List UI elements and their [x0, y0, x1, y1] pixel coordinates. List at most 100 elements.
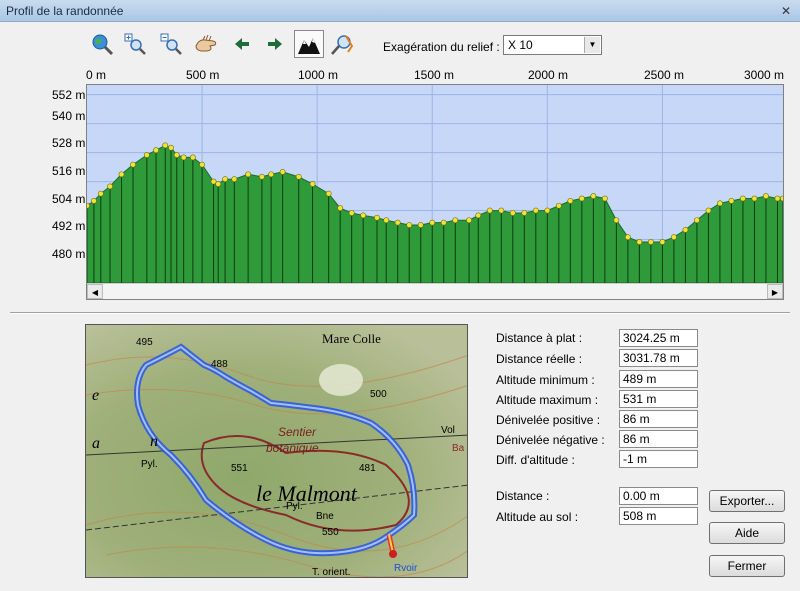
horizontal-scrollbar[interactable]: ◀ ▶ [87, 283, 783, 299]
elevation-point [309, 181, 316, 187]
x-tick-label: 500 m [186, 68, 220, 82]
cursor-distance-label: Distance : [496, 489, 550, 503]
elevation-point [452, 217, 459, 224]
elevation-point [671, 234, 677, 241]
elevation-point [647, 239, 654, 245]
y-tick-label: 504 m [52, 192, 86, 206]
stat-value: 3024.25 m [619, 329, 698, 347]
map-label: e [92, 387, 100, 404]
elevation-point [406, 222, 413, 228]
cursor-distance-value: 0.00 m [619, 487, 698, 505]
elevation-point [717, 200, 723, 207]
route-tool-icon[interactable] [330, 30, 356, 58]
y-tick-label: 528 m [52, 136, 86, 150]
chevron-down-icon[interactable]: ▼ [584, 37, 600, 53]
relief-exaggeration-select[interactable]: X 10 ▼ [503, 35, 602, 55]
x-tick-label: 0 m [86, 68, 107, 82]
elevation-point [215, 181, 222, 187]
y-tick-label: 552 m [52, 88, 86, 102]
map-label: botanique [266, 441, 319, 455]
elevation-point [268, 171, 275, 178]
stat-value: 3031.78 m [619, 349, 698, 367]
window-title: Profil de la randonnée [6, 4, 124, 18]
elevation-point [337, 205, 344, 212]
elevation-profile-plot [87, 85, 783, 283]
stat-label: Distance réelle : [496, 352, 583, 366]
elevation-point [613, 217, 620, 224]
zoom-in-icon[interactable] [122, 30, 148, 58]
map-label: 495 [136, 337, 153, 348]
elevation-point [279, 169, 286, 175]
map-label: le Malmont [256, 481, 357, 506]
elevation-point [429, 219, 436, 226]
x-tick-label: 3000 m [744, 68, 785, 82]
stat-label: Dénivelée positive : [496, 413, 601, 427]
map-label: Ba [452, 443, 465, 454]
stat-value: -1 m [619, 450, 698, 468]
elevation-point [601, 195, 608, 202]
elevation-profile-chart[interactable]: ◀ ▶ [86, 84, 784, 300]
elevation-point [383, 217, 390, 224]
elevation-point [130, 161, 136, 168]
close-window-button[interactable]: ✕ [778, 4, 794, 18]
zoom-out-icon[interactable] [158, 30, 184, 58]
map-label: 481 [359, 463, 376, 474]
terrain-profile-icon[interactable] [294, 30, 324, 58]
x-tick-label: 2500 m [644, 68, 685, 82]
help-button[interactable]: Aide [709, 522, 785, 544]
elevation-point [578, 195, 585, 202]
elevation-point [475, 212, 482, 219]
elevation-point [521, 210, 528, 216]
map-label: 500 [370, 389, 387, 400]
elevation-point [780, 195, 783, 202]
relief-exaggeration-value: X 10 [508, 38, 533, 52]
map-label: Pyl. [286, 501, 303, 512]
elevation-point [694, 217, 700, 224]
elevation-point [590, 193, 597, 199]
elevation-point [199, 161, 205, 168]
route-map[interactable]: 495 488 Mare Colle 500 Sentier botanique… [85, 324, 468, 578]
y-tick-label: 540 m [52, 109, 86, 123]
scroll-right-icon[interactable]: ▶ [767, 284, 783, 299]
elevation-point [394, 219, 401, 226]
title-bar: Profil de la randonnée ✕ [0, 0, 800, 22]
elevation-point [659, 239, 666, 245]
x-tick-label: 1000 m [298, 68, 339, 82]
stat-label: Altitude minimum : [496, 373, 595, 387]
elevation-point [751, 195, 758, 202]
arrow-right-icon[interactable] [262, 30, 288, 58]
elevation-point [153, 147, 159, 154]
elevation-point [705, 207, 712, 214]
elevation-point [168, 144, 174, 151]
elevation-point [222, 176, 228, 183]
stat-label: Dénivelée négative : [496, 433, 605, 447]
scroll-left-icon[interactable]: ◀ [87, 284, 103, 299]
map-label: Mare Colle [322, 331, 381, 346]
close-button[interactable]: Fermer [709, 555, 785, 577]
elevation-point [180, 154, 187, 161]
map-label: 550 [322, 527, 339, 538]
elevation-point [498, 207, 505, 214]
map-label: Bne [316, 511, 334, 522]
elevation-point [740, 195, 746, 202]
elevation-point [532, 207, 539, 214]
y-tick-label: 480 m [52, 247, 86, 261]
elevation-point [567, 198, 574, 204]
map-label: 551 [231, 463, 248, 474]
elevation-point [118, 171, 125, 178]
map-label: Rvoir [394, 563, 418, 574]
hand-pan-icon[interactable] [193, 30, 219, 58]
x-tick-label: 2000 m [528, 68, 569, 82]
stat-value: 86 m [619, 430, 698, 448]
elevation-point [360, 212, 367, 219]
stat-label: Distance à plat : [496, 331, 583, 345]
cursor-altitude-value: 508 m [619, 507, 698, 525]
export-button[interactable]: Exporter... [709, 490, 785, 512]
map-label: Sentier [278, 425, 317, 439]
stat-label: Altitude maximum : [496, 393, 599, 407]
elevation-point [774, 195, 781, 202]
arrow-left-icon[interactable] [229, 30, 255, 58]
globe-search-icon[interactable] [89, 30, 115, 58]
elevation-point [728, 198, 735, 204]
elevation-point [91, 198, 97, 204]
